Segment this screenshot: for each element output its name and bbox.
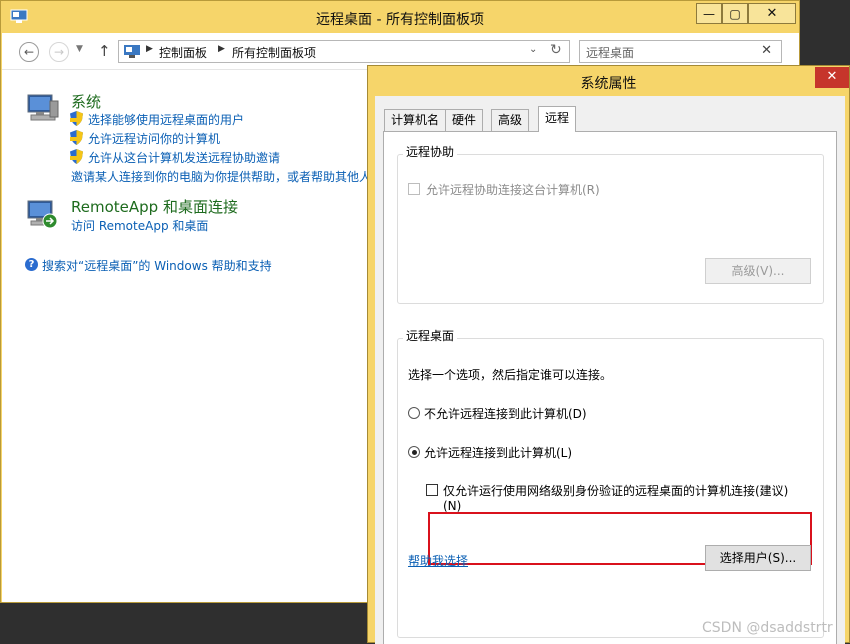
invite-help-link[interactable]: 邀请某人连接到你的电脑为你提供帮助，或者帮助其他人 bbox=[71, 168, 371, 185]
system-computer-icon[interactable] bbox=[26, 91, 60, 125]
advanced-button[interactable]: 高级(V)... bbox=[705, 258, 811, 284]
breadcrumb-chevron-icon[interactable]: ▶ bbox=[218, 44, 225, 54]
allow-remote-assistance-label: 允许远程协助连接这台计算机(R) bbox=[426, 183, 600, 197]
instruction-text: 选择一个选项，然后指定谁可以连接。 bbox=[408, 368, 613, 382]
uac-shield-icon bbox=[70, 149, 83, 164]
allow-remote-assistance-checkbox[interactable] bbox=[408, 183, 420, 195]
nla-only-checkbox[interactable] bbox=[426, 484, 438, 496]
help-me-choose-link[interactable]: 帮助我选择 bbox=[408, 552, 468, 569]
breadcrumb-all-items[interactable]: 所有控制面板项 bbox=[232, 44, 316, 61]
deny-remote-label[interactable]: 不允许远程连接到此计算机(D) bbox=[424, 405, 587, 422]
tab-computer-name[interactable]: 计算机名 bbox=[384, 109, 447, 131]
system-properties-dialog: 系统属性 ✕ 计算机名 硬件 高级 远程 远程协助 允许远程协助连接这台计算机(… bbox=[367, 65, 850, 644]
select-users-button[interactable]: 选择用户(S)... bbox=[705, 545, 811, 571]
remoteapp-icon[interactable] bbox=[26, 197, 60, 231]
minimize-button[interactable]: — bbox=[696, 3, 722, 24]
access-remoteapp-link[interactable]: 访问 RemoteApp 和桌面 bbox=[71, 217, 208, 234]
clear-search-icon[interactable]: ✕ bbox=[761, 43, 772, 58]
dialog-content: 计算机名 硬件 高级 远程 远程协助 允许远程协助连接这台计算机(R) 高级(V… bbox=[375, 96, 845, 644]
maximize-button[interactable]: ▢ bbox=[722, 3, 748, 24]
nla-only-label[interactable]: 仅允许运行使用网络级别身份验证的远程桌面的计算机连接(建议) bbox=[443, 482, 788, 499]
uac-shield-icon bbox=[70, 130, 83, 145]
forward-arrow-icon[interactable]: → bbox=[49, 42, 69, 62]
remote-desktop-title: 远程桌面 bbox=[403, 327, 458, 344]
remoteapp-heading[interactable]: RemoteApp 和桌面连接 bbox=[71, 196, 238, 217]
search-text: 远程桌面 bbox=[586, 46, 635, 60]
remote-tab-panel: 远程协助 允许远程协助连接这台计算机(R) 高级(V)... 远程桌面 选择一个… bbox=[383, 131, 837, 644]
send-remote-assistance-link[interactable]: 允许从这台计算机发送远程协助邀请 bbox=[88, 149, 280, 166]
address-dropdown-chevron-icon[interactable]: ⌄ bbox=[529, 44, 537, 55]
close-button[interactable]: ✕ bbox=[748, 3, 796, 24]
radio-selected-dot bbox=[412, 450, 417, 455]
help-icon: ? bbox=[25, 258, 38, 271]
tab-hardware[interactable]: 硬件 bbox=[445, 109, 484, 131]
choose-remote-users-link[interactable]: 选择能够使用远程桌面的用户 bbox=[88, 111, 244, 128]
allow-remote-access-link[interactable]: 允许远程访问你的计算机 bbox=[88, 130, 220, 147]
address-bar[interactable]: ▶ 控制面板 ▶ 所有控制面板项 ⌄ ↻ bbox=[118, 40, 570, 63]
watermark-text: CSDN @dsaddstrtr bbox=[702, 620, 833, 636]
deny-remote-radio[interactable] bbox=[408, 407, 420, 419]
windows-help-search-link[interactable]: 搜索对“远程桌面”的 Windows 帮助和支持 bbox=[42, 257, 272, 274]
refresh-icon[interactable]: ↻ bbox=[550, 42, 562, 58]
up-arrow-icon[interactable]: ↑ bbox=[98, 42, 111, 60]
uac-shield-icon bbox=[70, 111, 83, 126]
search-input[interactable]: 远程桌面 ✕ bbox=[579, 40, 782, 63]
remote-assistance-title: 远程协助 bbox=[403, 143, 458, 160]
dialog-title: 系统属性 bbox=[580, 76, 637, 92]
nla-only-label-shortcut: (N) bbox=[443, 499, 462, 513]
dialog-close-button[interactable]: ✕ bbox=[815, 67, 849, 88]
system-heading[interactable]: 系统 bbox=[71, 91, 101, 112]
allow-remote-label[interactable]: 允许远程连接到此计算机(L) bbox=[424, 444, 572, 461]
allow-remote-radio[interactable] bbox=[408, 446, 420, 458]
title-bar[interactable]: 远程桌面 - 所有控制面板项 — ▢ ✕ bbox=[1, 1, 799, 33]
control-panel-icon bbox=[124, 45, 140, 58]
recent-locations-chevron-down-icon[interactable]: ▼ bbox=[76, 44, 83, 54]
breadcrumb-control-panel[interactable]: 控制面板 bbox=[159, 44, 207, 61]
tab-advanced[interactable]: 高级 bbox=[491, 109, 530, 131]
window-title: 远程桌面 - 所有控制面板项 bbox=[316, 12, 484, 28]
breadcrumb-chevron-icon[interactable]: ▶ bbox=[146, 44, 153, 54]
tab-remote[interactable]: 远程 bbox=[538, 106, 577, 132]
back-arrow-icon[interactable]: ← bbox=[19, 42, 39, 62]
